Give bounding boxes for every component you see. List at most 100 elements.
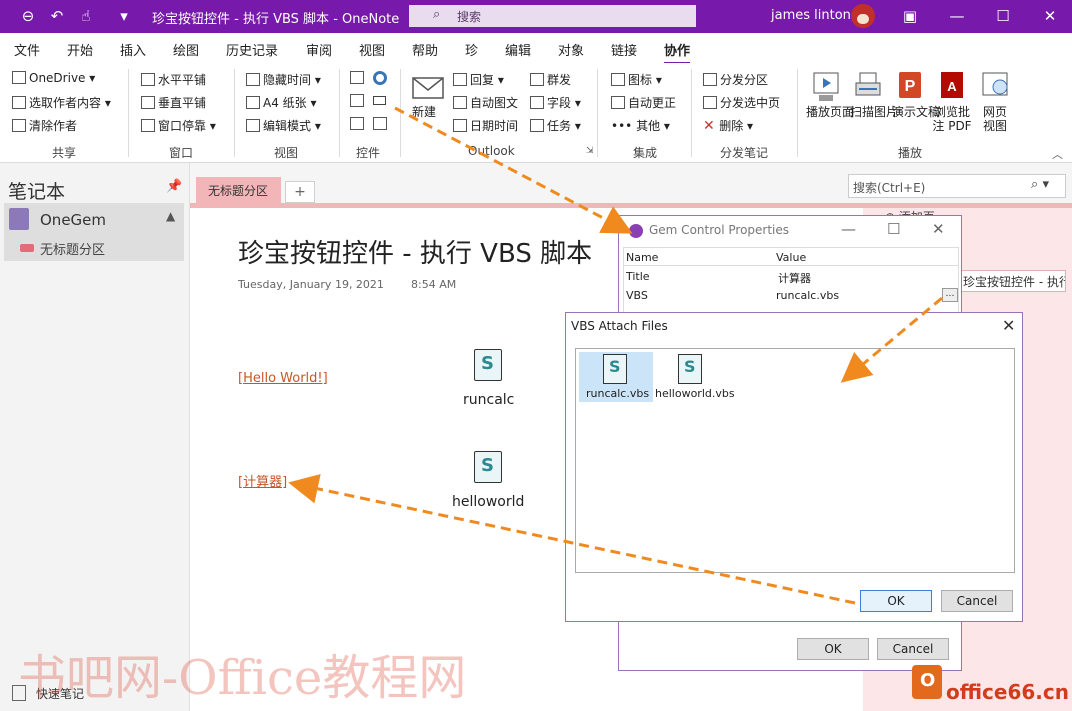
reply-button[interactable]: 回复 ▾ [453,71,504,88]
section-tab[interactable]: 无标题分区 [196,177,281,203]
distribute-section-button[interactable]: 分发分区 [703,71,768,88]
vbs-file-icon[interactable]: S [474,451,502,483]
add-section-button[interactable]: + [285,181,315,203]
page-title[interactable]: 珍宝按钮控件 - 执行 VBS 脚本 [238,233,592,270]
onedrive-button[interactable]: OneDrive ▾ [12,71,95,85]
delete-button[interactable]: ✕ 删除 ▾ [703,117,753,134]
pick-author-button[interactable]: 选取作者内容 ▾ [12,94,111,111]
chevron-up-icon[interactable]: ▲ [166,209,175,223]
field-button[interactable]: 字段 ▾ [530,94,581,111]
autocorrect-button[interactable]: 自动更正 [611,94,676,111]
dock-window-button[interactable]: 窗口停靠 ▾ [141,117,216,134]
web-view-icon[interactable] [980,69,1010,105]
ok-button[interactable]: OK [860,590,932,612]
menu-help[interactable]: 帮助 [412,40,438,59]
undo-icon[interactable]: ↶ [47,6,67,26]
collapse-ribbon-icon[interactable]: ︿ [1052,146,1063,162]
scanner-icon[interactable] [853,69,883,105]
group-label-distribute: 分发笔记 [720,146,769,160]
presentation-button[interactable]: 演示文稿 [892,105,940,119]
menu-collaborate[interactable]: 协作 [664,40,691,65]
pdf-icon[interactable]: A [937,69,967,105]
vbs-file-icon[interactable]: S [474,349,502,381]
browse-pdf-button[interactable]: 浏览批注 PDF [930,105,974,133]
menu-link[interactable]: 链接 [611,40,637,59]
property-value[interactable]: 计算器 [778,270,811,286]
menu-history[interactable]: 历史记录 [226,40,278,59]
tile-horizontal-icon [141,73,155,86]
tile-horizontal-button[interactable]: 水平平铺 [141,71,206,88]
vbs-file-icon[interactable]: S [678,354,702,384]
menu-draw[interactable]: 绘图 [173,40,199,59]
menu-object[interactable]: 对象 [558,40,584,59]
auto-text-button[interactable]: 自动图文 [453,94,518,111]
attachment-label: runcalc [463,392,515,408]
ribbon-display-icon[interactable]: ▣ [900,6,920,26]
tile-vertical-button[interactable]: 垂直平铺 [141,94,206,111]
vbs-file-icon[interactable]: S [603,354,627,384]
control-toggle-button[interactable] [350,71,367,85]
play-page-icon[interactable] [811,69,841,105]
menu-gem[interactable]: 珍 [465,40,478,59]
minimize-icon[interactable]: — [841,220,856,238]
user-name[interactable]: james linton [771,8,851,23]
powerpoint-icon[interactable]: P [895,69,925,105]
page-search-input[interactable]: 搜索(Ctrl+E) ⌕ ▾ [848,174,1066,198]
browse-ellipsis-button[interactable]: … [942,288,958,302]
menu-edit[interactable]: 编辑 [505,40,531,59]
menu-view[interactable]: 视图 [359,40,385,59]
edit-mode-button[interactable]: 编辑模式 ▾ [246,117,321,134]
file-name[interactable]: helloworld.vbs [655,387,735,400]
maximize-icon[interactable]: ☐ [887,220,900,238]
dialog-launcher-icon[interactable]: ⇲ [586,146,594,156]
title-search-input[interactable]: ⌕ 搜索 [409,5,696,27]
menu-file[interactable]: 文件 [14,40,40,59]
other-button[interactable]: ••• 其他 ▾ [611,117,670,134]
toolbox-control-button[interactable] [373,117,390,131]
avatar[interactable] [851,4,875,28]
textbox-control-icon[interactable] [373,96,386,105]
scan-image-button[interactable]: 扫描图片 [850,105,898,119]
close-icon[interactable]: ✕ [1002,316,1015,335]
paper-icon [246,96,260,109]
maximize-icon[interactable]: ☐ [993,6,1013,26]
radio-control-icon[interactable] [373,71,387,85]
icon-button[interactable]: 图标 ▾ [611,71,662,88]
play-page-button[interactable]: 播放页面 [806,105,854,119]
close-icon[interactable]: ✕ [1040,6,1060,26]
clear-author-button[interactable]: 清除作者 [12,117,77,134]
calculator-link[interactable]: [计算器] [238,471,287,490]
distribute-selected-pages-button[interactable]: 分发选中页 [703,94,780,111]
menu-home[interactable]: 开始 [67,40,93,59]
property-value[interactable]: runcalc.vbs [776,289,839,302]
mass-mail-button[interactable]: 群发 [530,71,571,88]
back-icon[interactable]: ⊖ [18,6,38,26]
menu-insert[interactable]: 插入 [120,40,146,59]
task-button[interactable]: 任务 ▾ [530,117,581,134]
listbox-control-button[interactable] [350,94,367,108]
notebook-item[interactable]: OneGem ▲ [4,203,184,235]
close-icon[interactable]: ✕ [932,220,945,238]
cancel-button[interactable]: Cancel [877,638,949,660]
hide-time-button[interactable]: 隐藏时间 ▾ [246,71,321,88]
minimize-icon[interactable]: — [947,6,967,26]
a4-paper-button[interactable]: A4 纸张 ▾ [246,94,317,111]
ok-button[interactable]: OK [797,638,869,660]
customize-quick-access-icon[interactable]: ▾ [114,6,134,26]
menu-review[interactable]: 审阅 [306,40,332,59]
tile-vertical-icon [141,96,155,109]
number-control-button[interactable] [350,117,367,131]
touch-mode-icon[interactable]: ☝ [76,6,96,26]
page-list-item[interactable]: 珍宝按钮控件 - 执行 VBS 脚本 [958,270,1066,292]
web-view-button[interactable]: 网页视图 [978,105,1012,133]
envelope-icon[interactable] [410,69,446,105]
pin-icon[interactable]: 📌 [166,179,182,194]
hello-world-link[interactable]: [Hello World!] [238,371,328,386]
property-name: VBS [626,289,648,302]
date-time-button[interactable]: 日期时间 [453,117,518,134]
cancel-button[interactable]: Cancel [941,590,1013,612]
file-name[interactable]: runcalc.vbs [586,387,649,400]
divider [400,69,401,157]
new-mail-button[interactable]: 新建 [412,105,436,119]
section-item[interactable]: 无标题分区 [4,235,184,261]
